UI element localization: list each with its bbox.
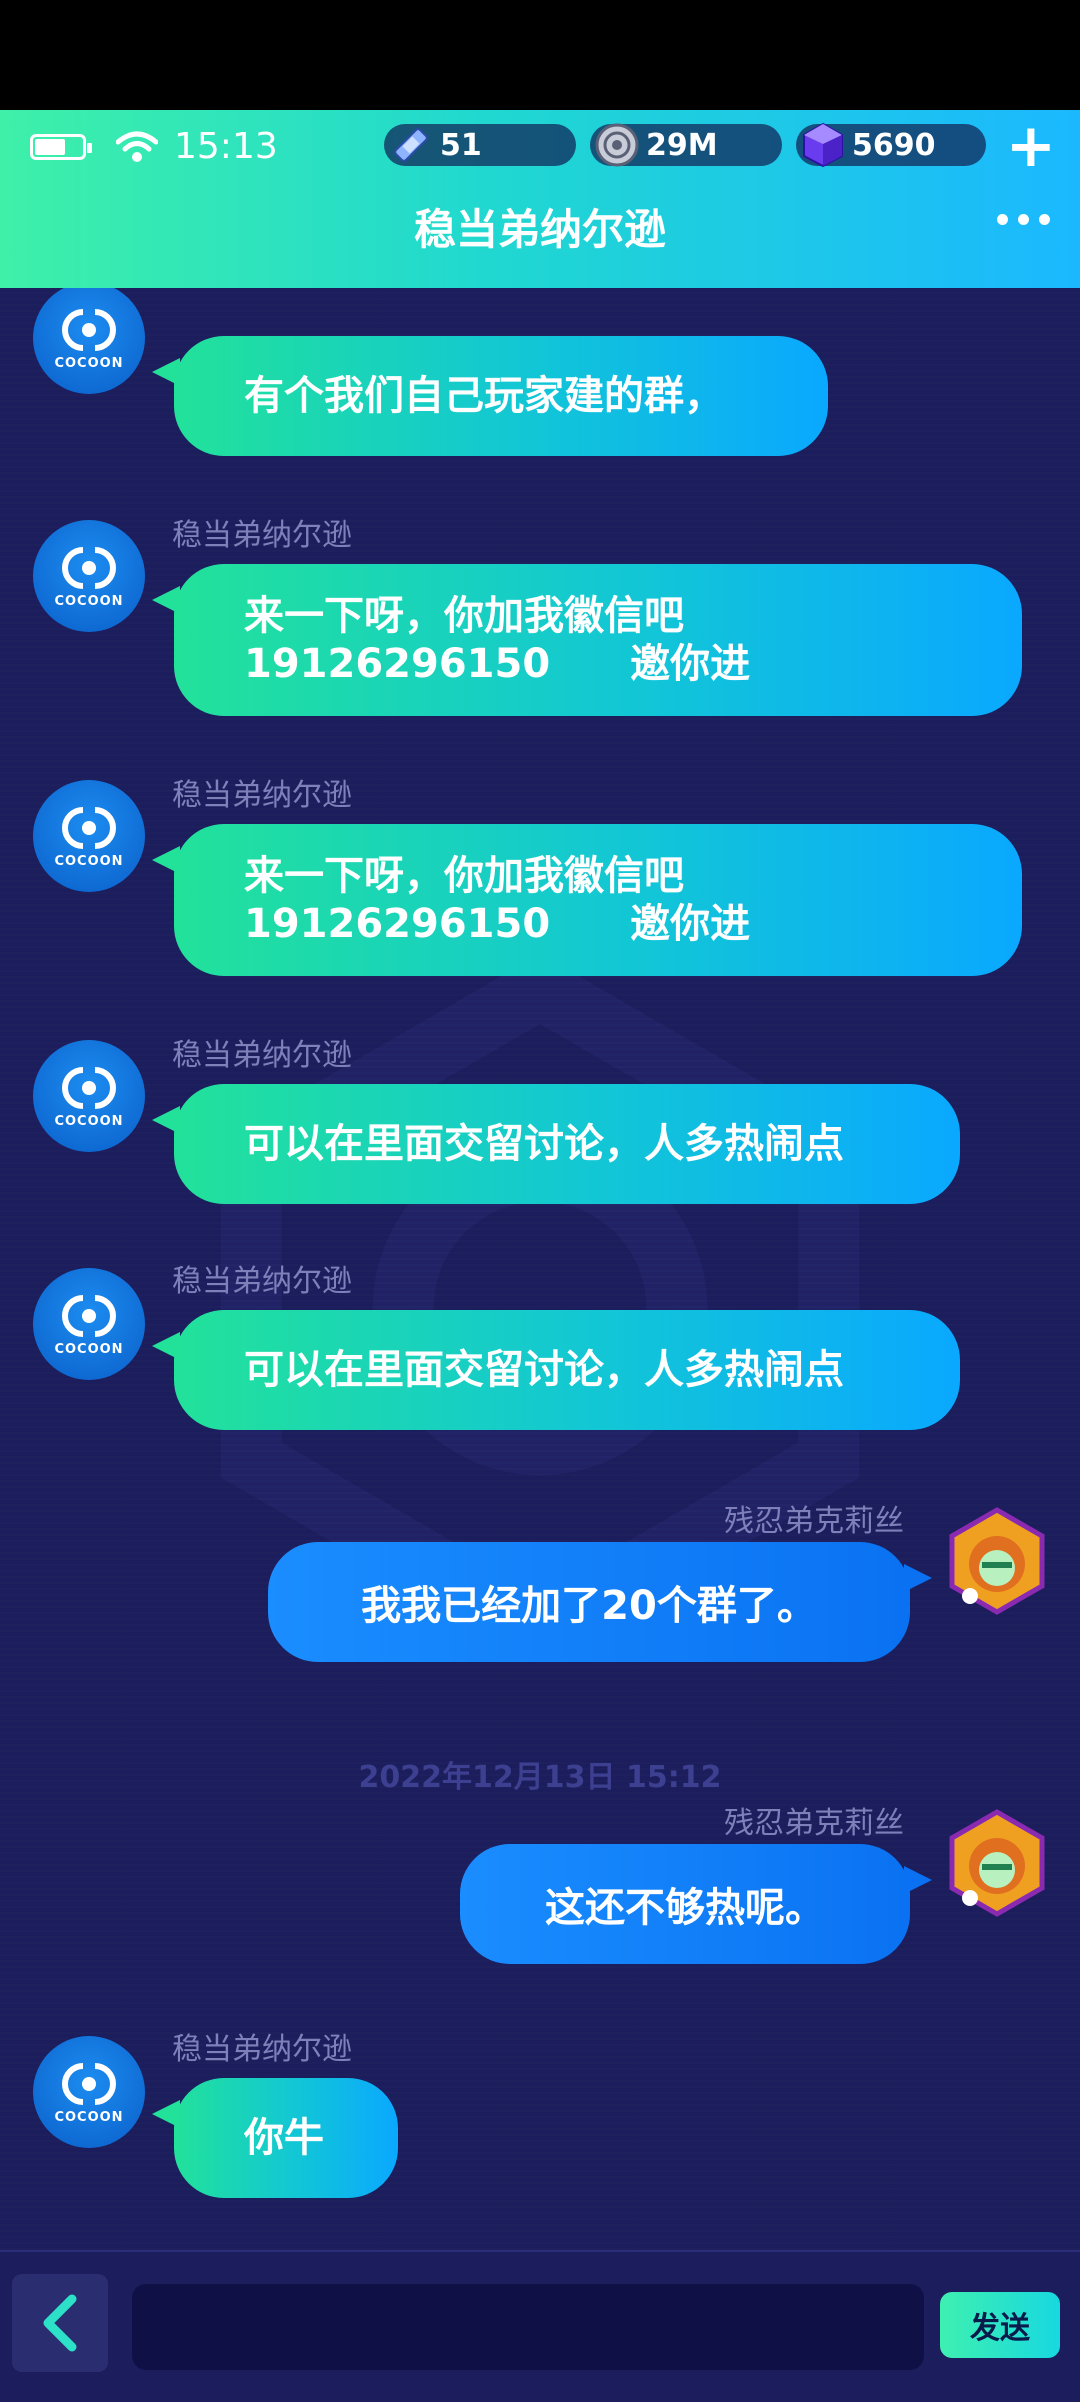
message-bubble[interactable]: 我我已经加了20个群了。 — [268, 1542, 932, 1662]
message-text: 你牛 — [244, 2115, 324, 2161]
character-avatar-icon[interactable] — [942, 1506, 1052, 1616]
avatar[interactable]: COCOON — [33, 1040, 145, 1152]
status-bar: 15:13 — [30, 126, 278, 167]
gem-counter[interactable]: 5690 — [796, 122, 986, 168]
status-time: 15:13 — [174, 126, 278, 167]
ticket-counter[interactable]: 51 — [384, 124, 576, 166]
wifi-icon — [116, 131, 158, 162]
message-text: 19126296150 邀你进 — [244, 901, 751, 947]
sender-name: 稳当弟纳尔逊 — [172, 2032, 352, 2067]
message-text: 我我已经加了20个群了。 — [361, 1583, 817, 1629]
chat-footer: 发送 — [0, 2250, 1080, 2402]
sender-name: 稳当弟纳尔逊 — [172, 778, 352, 813]
battery-icon — [30, 133, 92, 160]
avatar-label: COCOON — [54, 853, 124, 869]
cocoon-logo-icon — [62, 1294, 116, 1337]
avatar[interactable]: COCOON — [33, 288, 145, 394]
message-text: 来一下呀，你加我徽信吧 — [244, 593, 684, 639]
avatar-label: COCOON — [54, 1113, 124, 1129]
coin-value: 29M — [646, 127, 718, 163]
coin-icon — [595, 123, 639, 167]
send-button[interactable]: 发送 — [940, 2292, 1060, 2358]
message-bubble[interactable]: 这还不够热呢。 — [460, 1844, 932, 1964]
message-text: 这还不够热呢。 — [545, 1885, 825, 1931]
cocoon-logo-icon — [62, 1066, 116, 1109]
avatar-label: COCOON — [54, 2109, 124, 2125]
page-title: 稳当弟纳尔逊 — [413, 205, 666, 254]
chevron-left-icon — [43, 2294, 77, 2352]
sender-name: 稳当弟纳尔逊 — [172, 1264, 352, 1299]
message-bubble[interactable]: 你牛 — [152, 2078, 398, 2198]
message-bubble[interactable]: 可以在里面交留讨论，人多热闹点 — [152, 1084, 960, 1204]
message-bubble[interactable]: 可以在里面交留讨论，人多热闹点 — [152, 1310, 960, 1430]
message-text: 有个我们自己玩家建的群， — [244, 373, 724, 419]
top-system-area — [0, 0, 1080, 110]
avatar-label: COCOON — [54, 593, 124, 609]
avatar-label: COCOON — [54, 1341, 124, 1357]
sender-name: 残忍弟克莉丝 — [724, 1504, 904, 1539]
avatar-label: COCOON — [54, 355, 124, 371]
message-input[interactable] — [132, 2284, 924, 2370]
avatar[interactable]: COCOON — [33, 520, 145, 632]
more-options-button[interactable] — [997, 214, 1050, 225]
cocoon-logo-icon — [62, 2062, 116, 2105]
header-bar: 15:13 51 29M 5690 + 稳当弟纳尔逊 — [0, 110, 1080, 288]
message-text: 来一下呀，你加我徽信吧 — [244, 853, 684, 899]
cocoon-logo-icon — [62, 546, 116, 589]
avatar[interactable]: COCOON — [33, 1268, 145, 1380]
cocoon-logo-icon — [62, 806, 116, 849]
message-bubble[interactable]: 有个我们自己玩家建的群， — [152, 336, 828, 456]
cocoon-logo-icon — [62, 308, 116, 351]
ticket-icon — [394, 128, 428, 162]
gem-icon — [803, 122, 843, 168]
message-text: 可以在里面交留讨论，人多热闹点 — [244, 1347, 844, 1393]
back-button[interactable] — [12, 2274, 108, 2372]
sender-name: 稳当弟纳尔逊 — [172, 518, 352, 553]
ticket-value: 51 — [440, 127, 482, 163]
message-timestamp: 2022年12月13日 15:12 — [358, 1760, 722, 1795]
message-bubble[interactable]: 来一下呀，你加我徽信吧 19126296150 邀你进 — [152, 564, 1022, 716]
message-text: 19126296150 邀你进 — [244, 641, 751, 687]
gem-value: 5690 — [852, 127, 936, 163]
message-bubble[interactable]: 来一下呀，你加我徽信吧 19126296150 邀你进 — [152, 824, 1022, 976]
message-text: 可以在里面交留讨论，人多热闹点 — [244, 1121, 844, 1167]
chat-area[interactable]: COCOON 有个我们自己玩家建的群， 稳当弟纳尔逊 COCOON 来一下呀，你… — [0, 288, 1080, 2250]
add-button[interactable]: + — [1006, 116, 1056, 176]
avatar[interactable]: COCOON — [33, 780, 145, 892]
character-avatar-icon[interactable] — [942, 1808, 1052, 1918]
sender-name: 稳当弟纳尔逊 — [172, 1038, 352, 1073]
avatar[interactable]: COCOON — [33, 2036, 145, 2148]
coin-counter[interactable]: 29M — [590, 123, 782, 167]
sender-name: 残忍弟克莉丝 — [724, 1806, 904, 1841]
